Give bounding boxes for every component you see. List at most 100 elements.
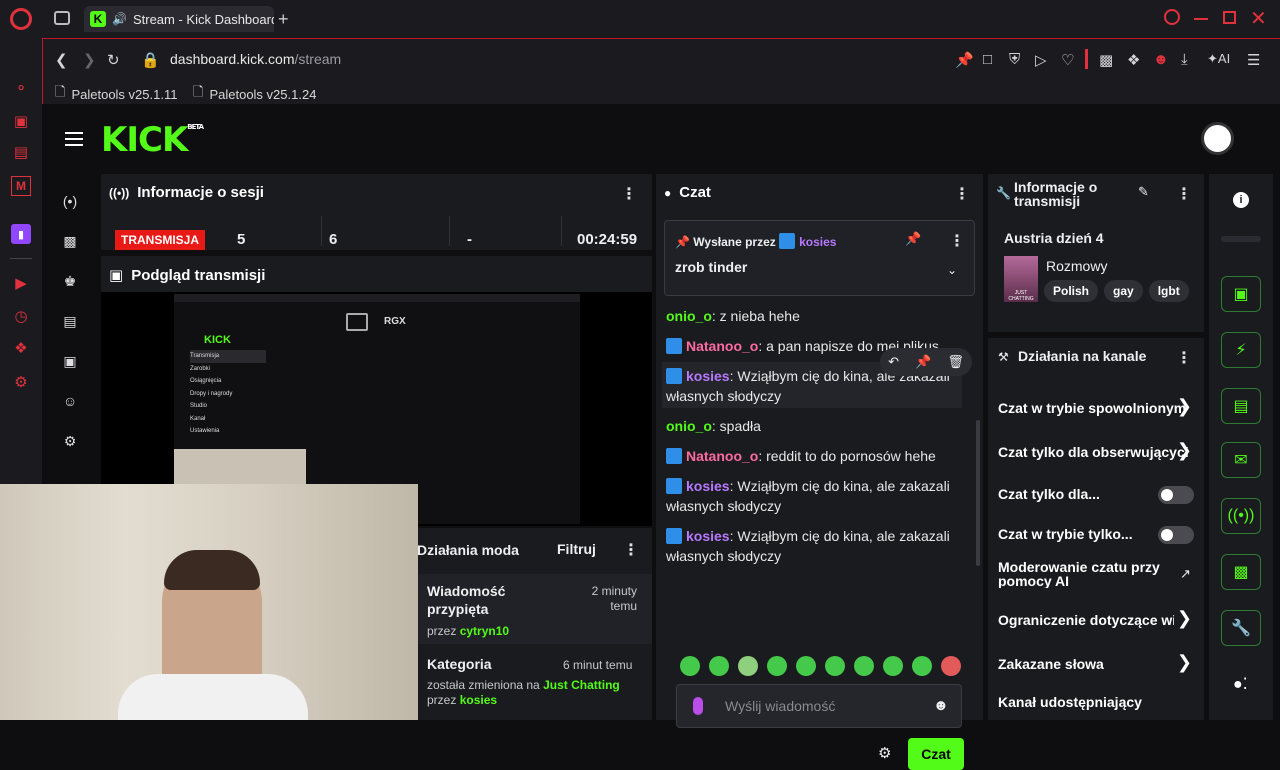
session-more-icon[interactable]: ⋮ [621, 184, 637, 204]
speed-dial-icon[interactable]: ⚬ [11, 78, 31, 98]
heart-icon[interactable]: ♡ [1061, 51, 1074, 69]
briefcase-icon[interactable]: ▣ [11, 111, 31, 131]
maximize-button[interactable] [1223, 11, 1236, 24]
mod-actions-more-icon[interactable]: ⋮ [623, 540, 639, 560]
chat-username[interactable]: onio_o [666, 308, 712, 324]
browser-tab-active[interactable]: K 🔊 Stream - Kick Dashboard [84, 6, 274, 32]
chat-username[interactable]: kosies [686, 478, 730, 494]
tag-pill[interactable]: gay [1104, 280, 1143, 302]
chevron-right-icon[interactable]: ❯ [1177, 652, 1192, 673]
pinned-user[interactable]: kosies [799, 235, 836, 249]
unpin-icon[interactable]: 📌 [905, 231, 921, 247]
emote-icon[interactable] [854, 656, 874, 676]
shield-icon[interactable]: ⛨ [1009, 51, 1020, 68]
nav-users-icon[interactable]: ☺ [61, 392, 79, 410]
slow-mode-toggle[interactable]: Czat w trybie spowolnionym [998, 400, 1188, 416]
pinned-more-icon[interactable]: ⋮ [949, 231, 965, 251]
category-thumbnail[interactable]: JUST CHATTING [1004, 256, 1038, 302]
chat-settings-icon[interactable]: ⚙ [878, 744, 891, 762]
play-icon[interactable]: ▶ [11, 273, 31, 293]
puzzle-icon[interactable]: ❖ [1127, 51, 1140, 69]
back-icon[interactable]: ❮ [55, 51, 68, 69]
speaker-icon[interactable]: 🔊 [112, 12, 127, 26]
nav-stream-icon[interactable]: (•) [61, 192, 79, 210]
rail-tools-button[interactable]: 🔧 [1221, 610, 1261, 646]
mod-user-link[interactable]: cytryn10 [460, 624, 509, 638]
easy-setup-icon[interactable]: ☰ [1247, 51, 1260, 69]
bookmark-item[interactable]: 🗋 Paletools v25.1.11 [55, 83, 177, 105]
rail-broadcast-button[interactable]: ((•)) [1221, 498, 1261, 534]
nav-analytics-icon[interactable]: ▩ [61, 232, 79, 250]
stream-info-more-icon[interactable]: ⋮ [1176, 184, 1192, 204]
forward-icon[interactable]: ❯ [83, 51, 96, 69]
delete-icon[interactable]: 🗑 [947, 354, 964, 370]
reply-icon[interactable]: ↶ [888, 354, 899, 370]
category-link[interactable]: Just Chatting [543, 678, 620, 692]
snapshot-icon[interactable]: □ [983, 51, 992, 68]
pin-icon[interactable]: 📌 [955, 51, 974, 69]
emote-only-switch[interactable] [1158, 526, 1194, 544]
category-name[interactable]: Rozmowy [1046, 258, 1107, 274]
emote-icon[interactable] [941, 656, 961, 676]
avatar[interactable] [1201, 122, 1234, 155]
twitch-icon[interactable]: ▮ [11, 224, 31, 244]
pin-message-icon[interactable]: 📌 [915, 354, 931, 370]
emote-icon[interactable] [709, 656, 729, 676]
tag-pill[interactable]: Polish [1044, 280, 1099, 302]
emote-icon[interactable] [796, 656, 816, 676]
chat-message[interactable]: kosies: Wziąłbym cię do kina, ale zakaza… [666, 476, 956, 516]
microphone-icon[interactable] [693, 697, 703, 715]
gamepad-icon[interactable] [54, 11, 70, 25]
chevron-right-icon[interactable]: ❯ [1177, 396, 1192, 417]
wallet-icon[interactable]: ▩ [1099, 51, 1113, 69]
chevron-down-icon[interactable]: ⌄ [947, 263, 957, 277]
history-icon[interactable]: ◷ [11, 306, 31, 326]
rail-preview-button[interactable]: ▣ [1221, 276, 1261, 312]
mod-user-link[interactable]: kosies [460, 693, 497, 707]
chat-message[interactable]: Natanoo_o: reddit to do pornosów hehe [666, 446, 956, 466]
chat-more-icon[interactable]: ⋮ [954, 184, 970, 204]
pinned-message[interactable]: 📌 Wysłane przez kosies 📌 ⋮ zrob tinder ⌄ [664, 220, 975, 296]
chat-username[interactable]: kosies [686, 368, 730, 384]
hamburger-menu-icon[interactable] [65, 132, 83, 146]
player-icon[interactable]: ▷ [1035, 51, 1047, 69]
chat-username[interactable]: Natanoo_o [686, 338, 758, 354]
opera-logo-icon[interactable] [10, 8, 32, 30]
rail-more-icon[interactable]: ●⁚ [1233, 674, 1248, 694]
emote-icon[interactable] [738, 656, 758, 676]
close-window-button[interactable]: ✕ [1250, 6, 1267, 31]
chevron-right-icon[interactable]: ❯ [1177, 440, 1192, 461]
rail-chat-button[interactable]: ✉ [1221, 442, 1261, 478]
chat-scrollbar[interactable] [976, 420, 980, 566]
striped-icon[interactable]: ▤ [11, 142, 31, 162]
banned-words-label[interactable]: Zakazane słowa [998, 656, 1188, 672]
download-icon[interactable]: ⤓ [1181, 51, 1188, 68]
popout-icon[interactable] [346, 313, 368, 331]
chat-message[interactable]: onio_o: z nieba hehe [666, 306, 956, 326]
subscribers-only-switch[interactable] [1158, 486, 1194, 504]
settings-icon[interactable]: ⚙ [11, 372, 31, 392]
edit-icon[interactable]: ✎ [1138, 184, 1149, 200]
rail-lightning-button[interactable]: ⚡ [1221, 332, 1261, 368]
kick-logo[interactable]: KICKBETA [101, 120, 204, 160]
channel-actions-more-icon[interactable]: ⋮ [1176, 348, 1192, 368]
emote-icon[interactable] [680, 656, 700, 676]
extensions-icon[interactable]: ❖ [11, 338, 31, 358]
chat-message[interactable]: kosies: Wziąłbym cię do kina, ale zakaza… [666, 526, 956, 566]
chat-input[interactable]: Wyślij wiadomość ☻ [676, 684, 962, 728]
info-icon[interactable]: i [1233, 192, 1249, 208]
nav-studio-icon[interactable]: ▣ [61, 352, 79, 370]
url-field[interactable]: dashboard.kick.com/stream [170, 51, 341, 67]
emote-icon[interactable] [883, 656, 903, 676]
rail-layout-button[interactable]: ▩ [1221, 554, 1261, 590]
chat-username[interactable]: onio_o [666, 418, 712, 434]
nav-settings-icon[interactable]: ⚙ [61, 432, 79, 450]
chat-message[interactable]: onio_o: spadła [666, 416, 956, 436]
send-chat-button[interactable]: Czat [908, 738, 964, 770]
message-restriction-label[interactable]: Ograniczenie dotyczące wiadomości [998, 612, 1174, 628]
chat-username[interactable]: kosies [686, 528, 730, 544]
search-icon[interactable] [1164, 9, 1180, 25]
reload-icon[interactable]: ↻ [107, 51, 120, 69]
sharing-channel-label[interactable]: Kanał udostępniający [998, 694, 1188, 710]
emoji-icon[interactable]: ☻ [933, 697, 949, 714]
